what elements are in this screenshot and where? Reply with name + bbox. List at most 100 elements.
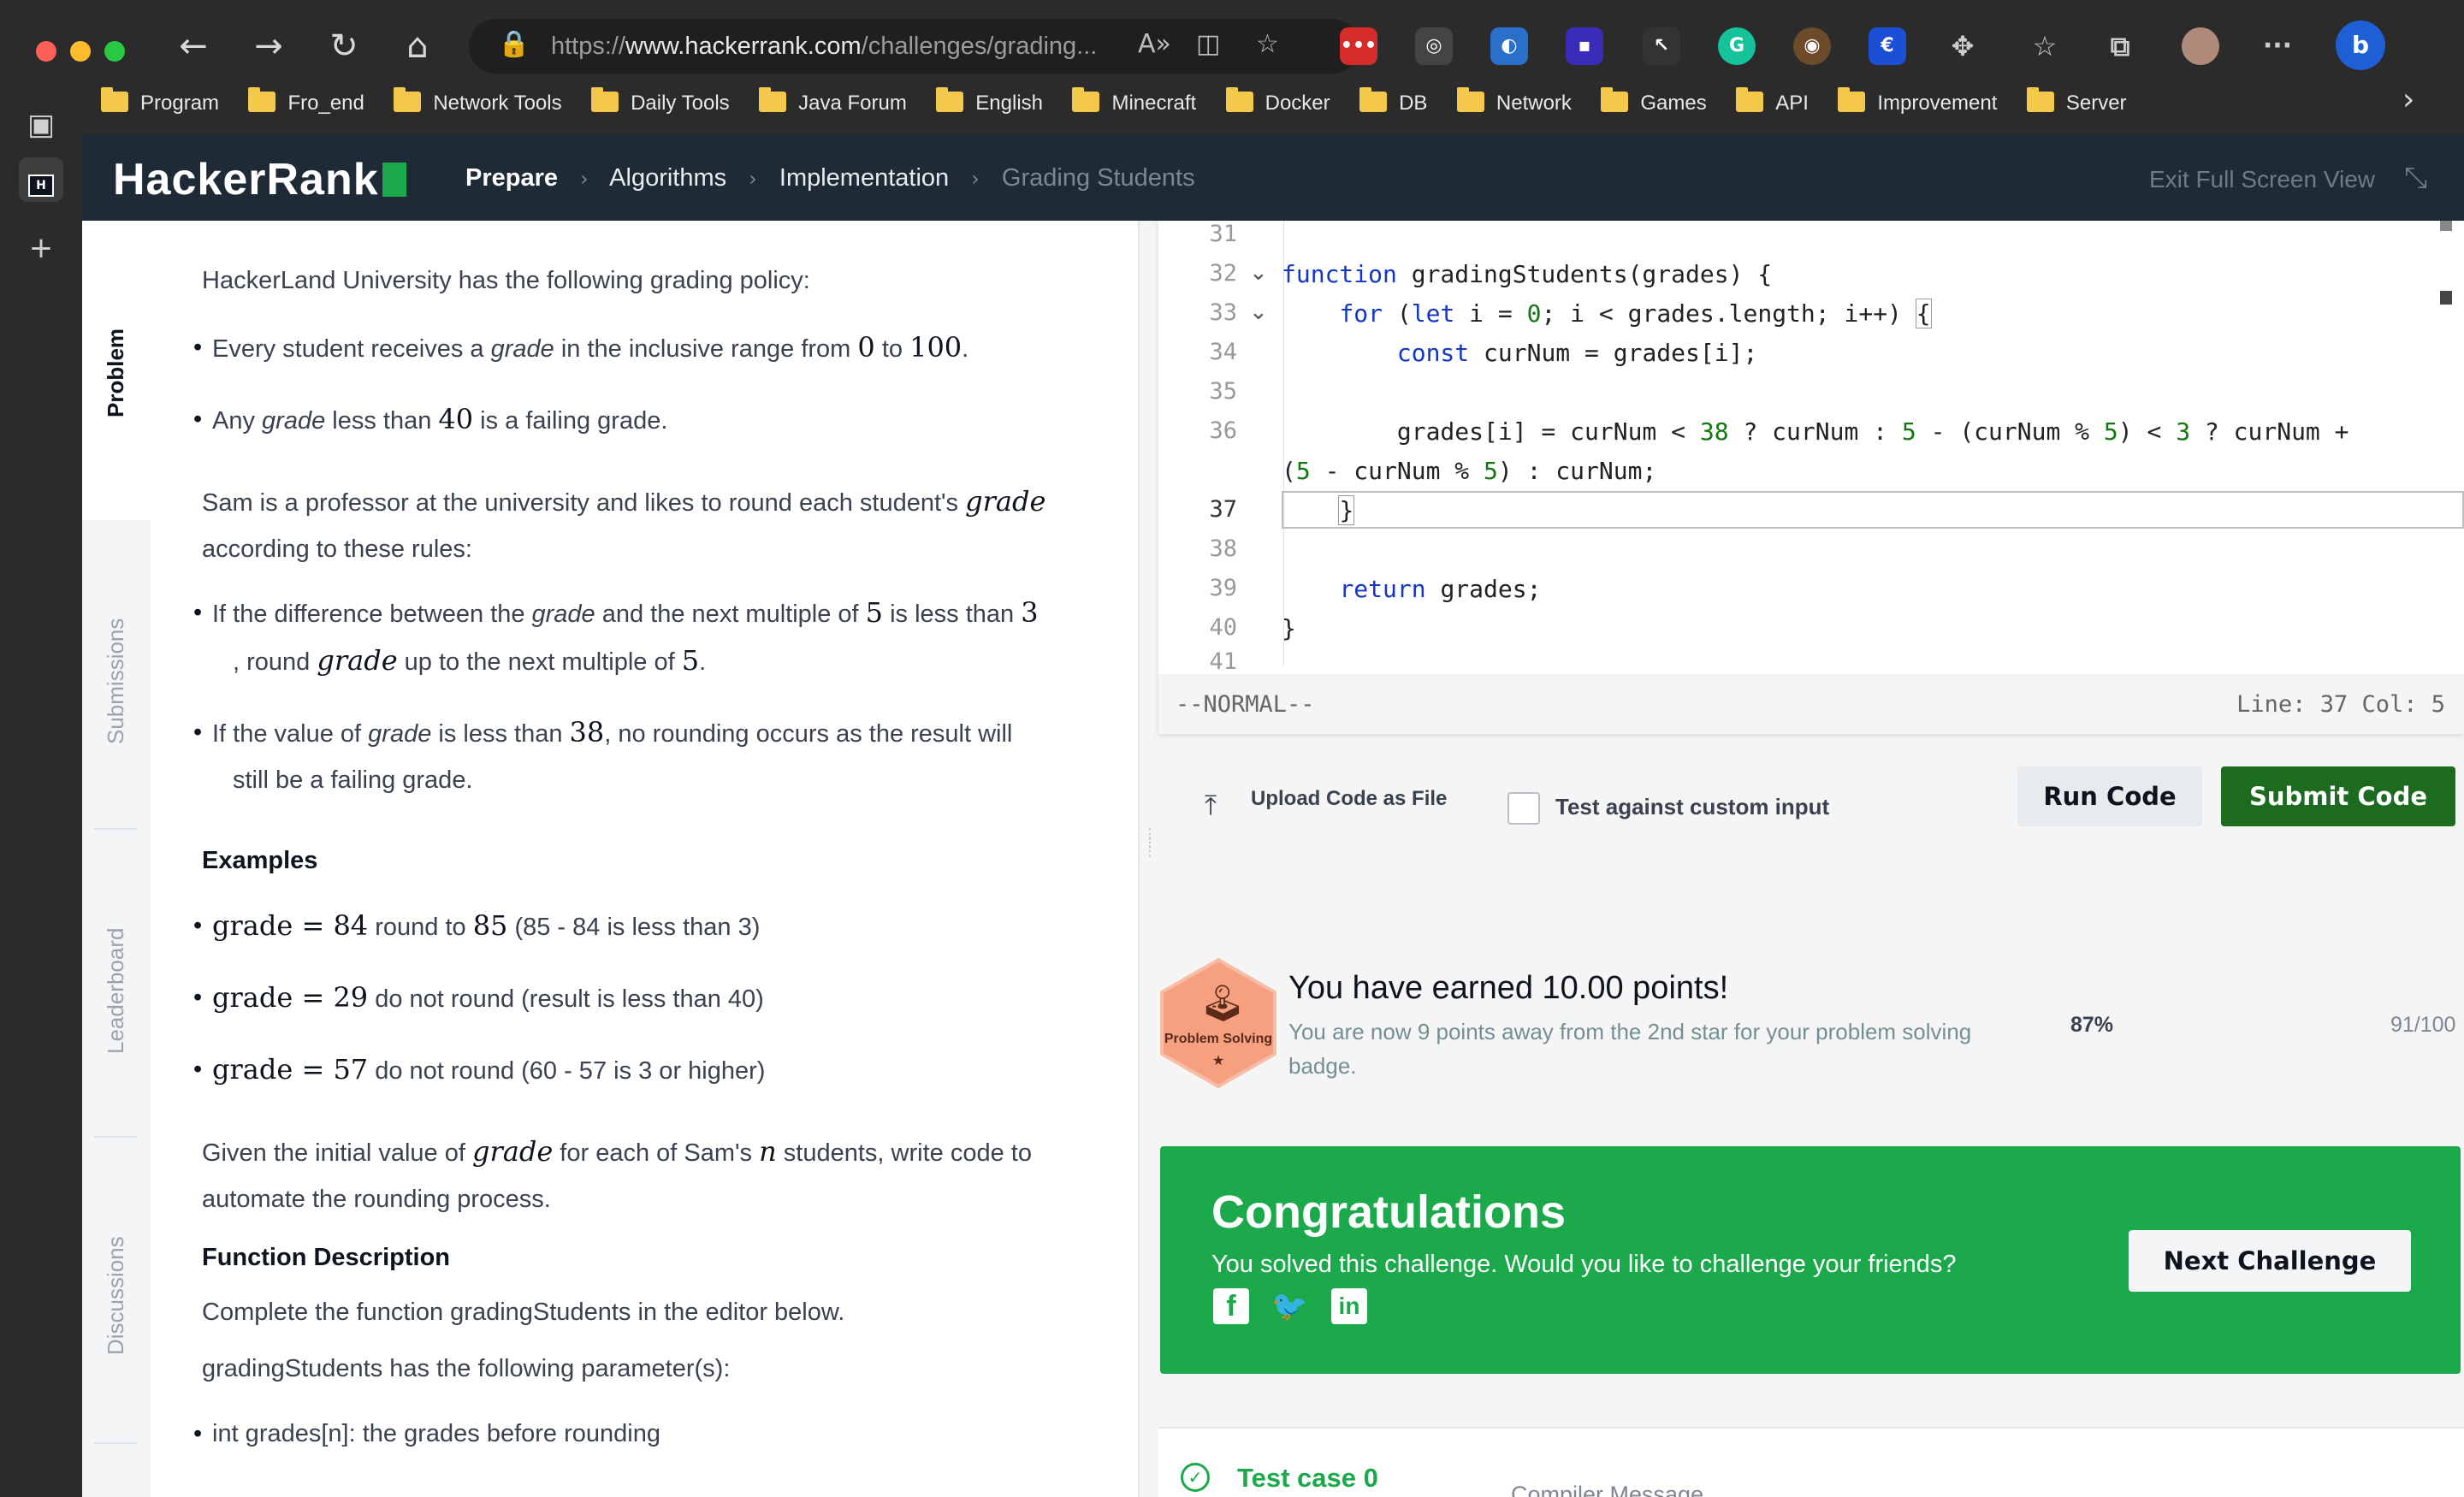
chevron-right-icon: › bbox=[580, 167, 589, 191]
new-tab-icon[interactable]: + bbox=[19, 226, 63, 270]
extension-4-icon[interactable]: ▪ bbox=[1566, 27, 1603, 65]
more-options-icon[interactable]: ··· bbox=[2259, 27, 2296, 65]
given-paragraph: Given the initial value of grade for eac… bbox=[202, 1135, 1032, 1168]
maximize-window-button[interactable] bbox=[104, 41, 125, 62]
extension-2-icon[interactable]: ◎ bbox=[1415, 27, 1453, 65]
lock-icon: 🔒 bbox=[498, 29, 530, 59]
forward-icon[interactable]: → bbox=[241, 21, 296, 72]
editor-status-bar: --NORMAL-- Line: 37 Col: 5 bbox=[1158, 674, 2464, 734]
bookmark-folder[interactable]: Java Forum bbox=[759, 84, 907, 123]
currency-extension-icon[interactable]: € bbox=[1869, 27, 1906, 65]
examples-heading: Examples bbox=[202, 847, 318, 874]
code-line: (5 - curNum % 5) : curNum; bbox=[1282, 457, 1657, 485]
fold-chevron-icon[interactable]: ⌄ bbox=[1249, 260, 1268, 286]
reload-icon[interactable]: ↻ bbox=[317, 21, 371, 72]
editor-scrollbar-thumb[interactable] bbox=[2440, 291, 2452, 305]
home-icon[interactable]: ⌂ bbox=[390, 21, 445, 72]
folder-icon bbox=[101, 87, 128, 112]
bookmark-folder[interactable]: Network Tools bbox=[394, 84, 562, 123]
extension-5-icon[interactable]: ↖ bbox=[1643, 27, 1680, 65]
address-bar[interactable]: 🔒 https://www.hackerrank.com/challenges/… bbox=[469, 19, 1359, 74]
folder-icon bbox=[1225, 87, 1253, 112]
tab-divider bbox=[94, 828, 137, 830]
linkedin-icon[interactable]: in bbox=[1331, 1288, 1367, 1324]
breadcrumb: Prepare › Algorithms › Implementation › … bbox=[465, 164, 1195, 192]
hackerrank-logo[interactable]: HackerRank bbox=[113, 154, 406, 205]
points-earned-subtitle: You are now 9 points away from the 2nd s… bbox=[1288, 1019, 1972, 1079]
collapse-icon[interactable]: ⤡ bbox=[2404, 161, 2427, 195]
url-text[interactable]: https://www.hackerrank.com/challenges/gr… bbox=[551, 33, 1097, 61]
tab-problem[interactable]: Problem bbox=[103, 328, 129, 417]
folder-icon bbox=[1359, 87, 1388, 112]
bookmark-folder[interactable]: Minecraft bbox=[1072, 84, 1196, 123]
panel-resize-handle[interactable]: ⋮ ⋮ ⋮ bbox=[1143, 827, 1157, 890]
close-window-button[interactable] bbox=[36, 41, 56, 62]
back-icon[interactable]: ← bbox=[166, 21, 221, 72]
line-number: 33 bbox=[1209, 299, 1237, 326]
hackerrank-tab[interactable]: H bbox=[19, 157, 63, 202]
editor-scrollbar[interactable] bbox=[2440, 221, 2452, 231]
upload-code-link[interactable]: Upload Code as File bbox=[1251, 787, 1447, 811]
tab-actions-icon[interactable]: ▣ bbox=[19, 103, 63, 147]
read-aloud-icon[interactable]: A» bbox=[1138, 29, 1171, 59]
example-item: grade = 84 round to 85 (85 - 84 is less … bbox=[193, 902, 760, 951]
vertical-tabs-strip: ▣ H + bbox=[0, 86, 82, 1497]
extension-1-icon[interactable]: ••• bbox=[1340, 27, 1377, 65]
code-line: } bbox=[1282, 614, 1296, 642]
cursor-position: Line: 37 Col: 5 bbox=[2236, 691, 2445, 718]
bing-chat-icon[interactable]: b bbox=[2336, 21, 2385, 70]
code-line: } bbox=[1338, 495, 1355, 525]
tab-leaderboard[interactable]: Leaderboard bbox=[103, 928, 129, 1054]
add-favorite-icon[interactable]: ☆ bbox=[1256, 29, 1279, 59]
bookmark-folder[interactable]: Games bbox=[1601, 84, 1707, 123]
bookmark-folder[interactable]: DB bbox=[1359, 84, 1427, 123]
bookmark-folder[interactable]: Docker bbox=[1225, 84, 1330, 123]
twitter-icon[interactable]: 🐦 bbox=[1271, 1288, 1307, 1324]
sam-paragraph-line2: according to these rules: bbox=[202, 535, 472, 563]
bookmark-folder[interactable]: Daily Tools bbox=[591, 84, 730, 123]
exit-fullscreen-link[interactable]: Exit Full Screen View bbox=[2149, 166, 2375, 193]
upload-icon[interactable]: ⤒ bbox=[1205, 789, 1217, 822]
submit-code-button[interactable]: Submit Code bbox=[2221, 766, 2455, 826]
folder-icon bbox=[1601, 87, 1629, 112]
next-challenge-button[interactable]: Next Challenge bbox=[2129, 1230, 2411, 1292]
tab-submissions[interactable]: Submissions bbox=[103, 618, 129, 744]
chevron-right-icon[interactable]: › bbox=[2402, 82, 2414, 117]
bookmark-folder[interactable]: Fro_end bbox=[248, 84, 364, 123]
bookmark-folder[interactable]: Program bbox=[101, 84, 219, 123]
extension-7-icon[interactable]: ◉ bbox=[1793, 27, 1831, 65]
breadcrumb-prepare[interactable]: Prepare bbox=[465, 164, 558, 192]
extension-3-icon[interactable]: ◐ bbox=[1490, 27, 1528, 65]
fold-chevron-icon[interactable]: ⌄ bbox=[1249, 299, 1268, 325]
bookmark-folder[interactable]: English bbox=[936, 84, 1043, 123]
bookmark-folder[interactable]: Network bbox=[1456, 84, 1572, 123]
tab-discussions[interactable]: Discussions bbox=[103, 1236, 129, 1355]
sam-paragraph: Sam is a professor at the university and… bbox=[202, 485, 1046, 518]
test-case-tab[interactable]: Test case 0 bbox=[1237, 1463, 1378, 1494]
split-screen-icon[interactable]: ◫ bbox=[1196, 29, 1220, 59]
bookmark-folder[interactable]: API bbox=[1736, 84, 1809, 123]
collections-icon[interactable]: ⧉ bbox=[2101, 27, 2139, 65]
line-number: 38 bbox=[1209, 535, 1237, 562]
bookmark-folder[interactable]: Improvement bbox=[1838, 84, 1997, 123]
bookmarks-bar: Program Fro_end Network Tools Daily Tool… bbox=[101, 84, 2153, 123]
favorites-icon[interactable]: ☆ bbox=[2026, 27, 2064, 65]
line-number: 39 bbox=[1209, 575, 1237, 601]
run-code-button[interactable]: Run Code bbox=[2017, 766, 2202, 826]
breadcrumb-implementation[interactable]: Implementation bbox=[779, 164, 949, 192]
custom-input-checkbox[interactable] bbox=[1507, 792, 1540, 825]
grammarly-icon[interactable]: G bbox=[1718, 27, 1756, 65]
function-description-heading: Function Description bbox=[202, 1244, 450, 1271]
code-editor[interactable]: 31 32 33 34 35 36 37 38 39 40 41 ⌄ ⌄ fun… bbox=[1158, 221, 2464, 734]
code-line: for (let i = 0; i < grades.length; i++) … bbox=[1339, 299, 1932, 328]
breadcrumb-algorithms[interactable]: Algorithms bbox=[609, 164, 726, 192]
custom-input-label[interactable]: Test against custom input bbox=[1555, 794, 1829, 820]
intro-text: HackerLand University has the following … bbox=[202, 267, 810, 294]
extensions-icon[interactable]: ✥ bbox=[1944, 27, 1981, 65]
profile-avatar[interactable] bbox=[2182, 27, 2219, 65]
bookmark-folder[interactable]: Server bbox=[2026, 84, 2127, 123]
minimize-window-button[interactable] bbox=[70, 41, 91, 62]
facebook-icon[interactable]: f bbox=[1213, 1288, 1249, 1324]
folder-icon bbox=[248, 87, 276, 112]
congrats-subtitle: You solved this challenge. Would you lik… bbox=[1211, 1251, 1957, 1278]
